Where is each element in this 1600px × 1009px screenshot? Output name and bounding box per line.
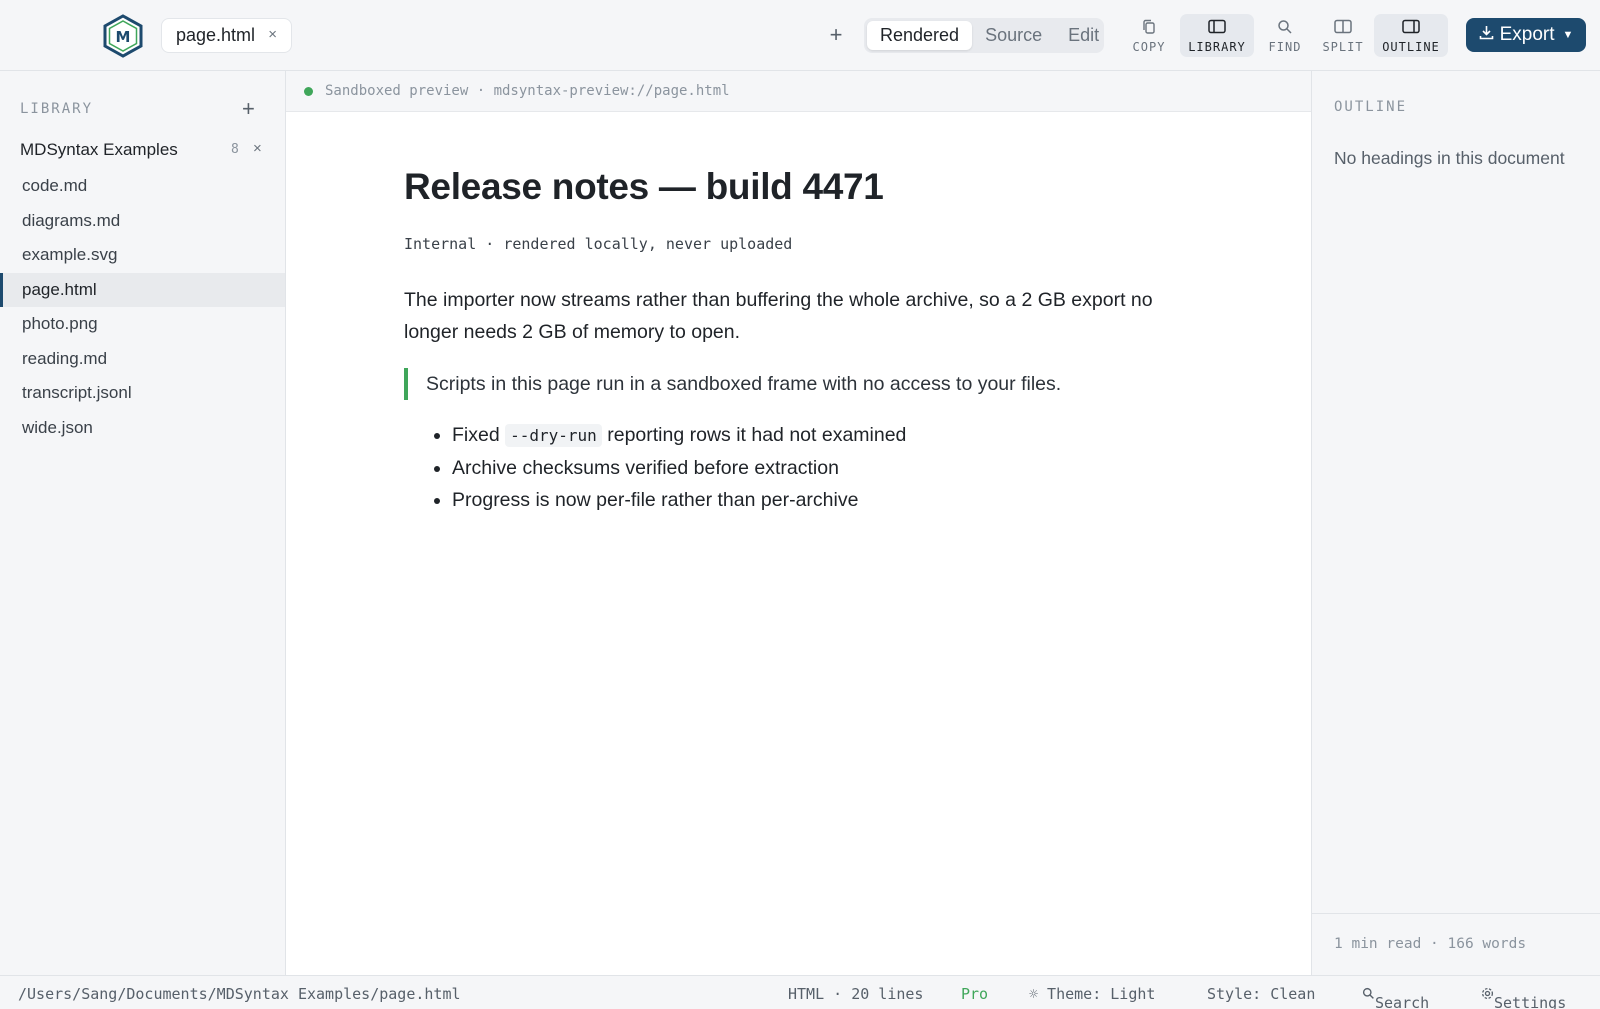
app-logo-icon: M: [102, 14, 144, 58]
reading-stats: 1 min read · 166 words: [1312, 913, 1600, 975]
tab-page-html[interactable]: page.html ×: [161, 18, 292, 53]
sidebar-item-example-svg[interactable]: example.svg: [0, 238, 285, 273]
export-button[interactable]: Export ▼: [1466, 18, 1586, 52]
copy-label: COPY: [1132, 40, 1166, 54]
library-sidebar: LIBRARY + MDSyntax Examples 8 × code.md …: [0, 71, 286, 975]
file-path: /Users/Sang/Documents/MDSyntax Examples/…: [18, 985, 461, 1003]
document-paragraph: The importer now streams rather than buf…: [404, 289, 1153, 343]
search-icon: [1362, 987, 1374, 999]
sandbox-status-text: Sandboxed preview · mdsyntax-preview://p…: [325, 83, 730, 99]
tab-close-icon[interactable]: ×: [268, 26, 277, 43]
group-close-icon[interactable]: ×: [253, 140, 262, 157]
split-label: SPLIT: [1322, 40, 1364, 54]
outline-icon: [1374, 19, 1448, 37]
copy-button[interactable]: COPY: [1128, 14, 1170, 57]
group-count-badge: 8: [231, 142, 239, 157]
library-toggle-button[interactable]: LIBRARY: [1180, 14, 1254, 57]
find-button[interactable]: FIND: [1264, 14, 1306, 57]
sandbox-status-bar: Sandboxed preview · mdsyntax-preview://p…: [286, 71, 1311, 112]
file-list: code.md diagrams.md example.svg page.htm…: [0, 169, 285, 445]
sidebar-item-transcript-jsonl[interactable]: transcript.jsonl: [0, 376, 285, 411]
status-dot-icon: [304, 86, 313, 96]
preview-pane: Sandboxed preview · mdsyntax-preview://p…: [286, 71, 1311, 975]
split-button[interactable]: SPLIT: [1319, 14, 1367, 57]
chevron-down-icon: ▼: [1562, 29, 1574, 41]
sidebar-title: LIBRARY: [20, 101, 94, 117]
document-list: Fixed --dry-run reporting rows it had no…: [404, 419, 1184, 516]
list-item: Progress is now per-file rather than per…: [452, 484, 1184, 516]
document-blockquote: Scripts in this page run in a sandboxed …: [404, 368, 1184, 400]
status-bar: /Users/Sang/Documents/MDSyntax Examples/…: [0, 975, 1600, 1009]
sidebar-item-page-html[interactable]: page.html: [0, 272, 285, 307]
list-item: Archive checksums verified before extrac…: [452, 452, 1184, 484]
top-toolbar: M page.html × + Rendered Source Edit COP…: [0, 0, 1600, 71]
library-group[interactable]: MDSyntax Examples 8 ×: [20, 140, 266, 164]
view-mode-source[interactable]: Source: [972, 21, 1055, 50]
sidebar-item-wide-json[interactable]: wide.json: [0, 411, 285, 446]
outline-label: OUTLINE: [1382, 40, 1440, 54]
search-icon: [1264, 19, 1306, 37]
document-meta: Internal · rendered locally, never uploa…: [404, 235, 793, 253]
outline-toggle-button[interactable]: OUTLINE: [1374, 14, 1448, 57]
outline-title: OUTLINE: [1334, 99, 1408, 115]
svg-text:M: M: [116, 28, 131, 46]
outline-empty-message: No headings in this document: [1334, 148, 1565, 168]
sidebar-item-code-md[interactable]: code.md: [0, 169, 285, 204]
list-item: Fixed --dry-run reporting rows it had no…: [452, 419, 1184, 452]
view-mode-edit[interactable]: Edit: [1055, 21, 1112, 50]
tab-label: page.html: [176, 25, 256, 45]
gear-icon: [1481, 987, 1494, 1000]
search-button[interactable]: Search: [1362, 985, 1429, 1009]
inline-code: --dry-run: [505, 424, 602, 447]
sidebar-item-photo-png[interactable]: photo.png: [0, 307, 285, 342]
theme-toggle[interactable]: ☼ Theme: Light: [1029, 985, 1155, 1003]
file-format-info: HTML · 20 lines: [788, 985, 924, 1003]
search-label: Search: [1375, 994, 1430, 1009]
copy-icon: [1128, 19, 1170, 37]
outline-panel: OUTLINE No headings in this document 1 m…: [1311, 71, 1600, 975]
split-icon: [1319, 19, 1367, 37]
document-title: Release notes — build 4471: [404, 166, 884, 207]
group-name: MDSyntax Examples: [20, 140, 178, 159]
plan-badge[interactable]: Pro: [961, 985, 988, 1003]
view-mode-switcher: Rendered Source Edit: [864, 18, 1104, 53]
style-selector[interactable]: Style: Clean: [1207, 985, 1315, 1003]
download-icon: [1479, 24, 1494, 46]
settings-label: Settings: [1494, 994, 1567, 1009]
new-tab-button[interactable]: +: [822, 20, 850, 50]
export-label: Export: [1499, 24, 1555, 45]
settings-button[interactable]: Settings: [1481, 985, 1566, 1009]
sidebar-icon: [1180, 19, 1254, 37]
add-folder-button[interactable]: +: [242, 96, 255, 122]
view-mode-rendered[interactable]: Rendered: [867, 21, 973, 50]
sidebar-item-reading-md[interactable]: reading.md: [0, 342, 285, 377]
find-label: FIND: [1268, 40, 1302, 54]
library-label: LIBRARY: [1188, 40, 1246, 54]
sidebar-item-diagrams-md[interactable]: diagrams.md: [0, 204, 285, 239]
rendered-document: Release notes — build 4471 Internal · re…: [404, 166, 1184, 516]
